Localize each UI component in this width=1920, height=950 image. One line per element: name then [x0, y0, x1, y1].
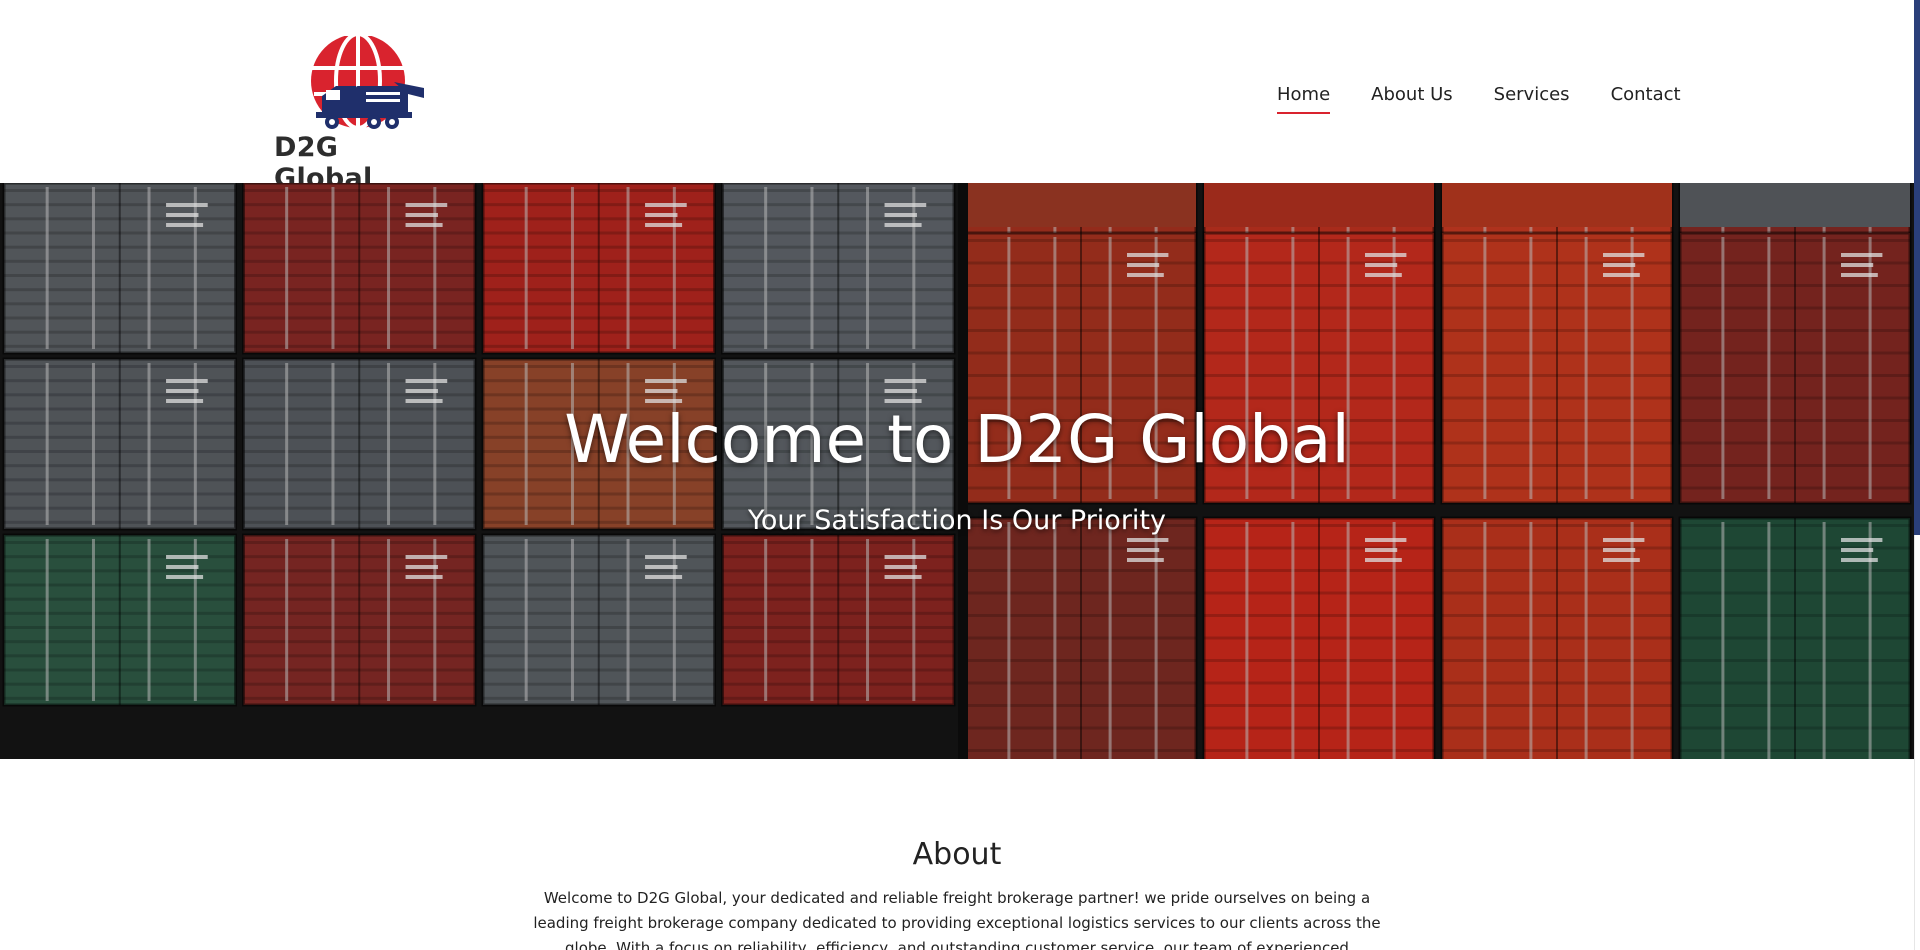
about-body: Welcome to D2G Global, your dedicated an… — [533, 889, 1381, 950]
nav-item-services[interactable]: Services — [1494, 84, 1570, 114]
hero-banner: Welcome to D2G Global Your Satisfaction … — [0, 183, 1914, 759]
main-nav: Home About Us Services Contact — [1277, 84, 1681, 114]
nav-item-home[interactable]: Home — [1277, 84, 1331, 114]
hero-title: Welcome to D2G Global — [564, 401, 1350, 478]
nav-item-about-us[interactable]: About Us — [1371, 84, 1453, 114]
logo[interactable]: D2G Global — [274, 32, 442, 194]
globe-truck-logo-icon — [311, 32, 424, 130]
about-section: About Welcome to D2G Global, your dedica… — [0, 759, 1914, 950]
page: D2G Global Home About Us Services Contac… — [0, 0, 1920, 950]
nav-item-contact[interactable]: Contact — [1611, 84, 1681, 114]
page-scrollbar[interactable] — [1914, 0, 1920, 950]
scrollbar-thumb[interactable] — [1914, 0, 1920, 535]
hero-subtitle: Your Satisfaction Is Our Priority — [747, 505, 1166, 536]
about-heading: About — [912, 837, 1002, 872]
site-header: D2G Global Home About Us Services Contac… — [0, 0, 1914, 194]
